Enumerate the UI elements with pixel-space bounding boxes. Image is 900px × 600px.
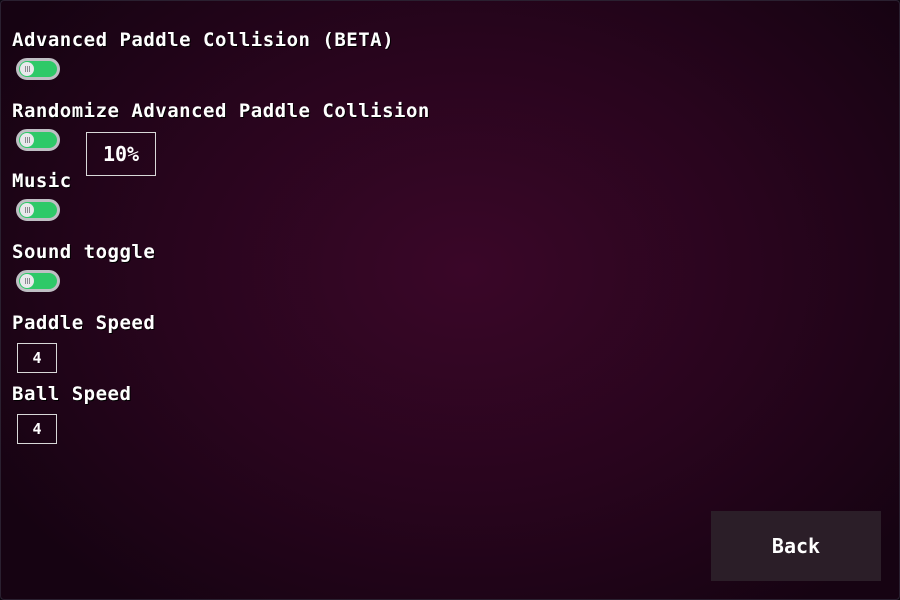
advanced-collision-label: Advanced Paddle Collision (BETA) — [12, 29, 395, 51]
settings-screen: Advanced Paddle Collision (BETA) Randomi… — [0, 0, 900, 600]
randomize-collision-toggle[interactable] — [16, 129, 60, 151]
music-label: Music — [12, 170, 72, 192]
toggle-knob — [20, 274, 34, 288]
toggle-knob — [20, 133, 34, 147]
toggle-knob — [20, 62, 34, 76]
back-button[interactable]: Back — [711, 511, 881, 581]
toggle-knob — [20, 203, 34, 217]
music-toggle[interactable] — [16, 199, 60, 221]
ball-speed-input[interactable]: 4 — [17, 414, 57, 444]
advanced-collision-toggle[interactable] — [16, 58, 60, 80]
sound-toggle[interactable] — [16, 270, 60, 292]
paddle-speed-label: Paddle Speed — [12, 312, 156, 334]
paddle-speed-input[interactable]: 4 — [17, 343, 57, 373]
sound-label: Sound toggle — [12, 241, 156, 263]
ball-speed-label: Ball Speed — [12, 383, 132, 405]
randomize-collision-label: Randomize Advanced Paddle Collision — [12, 100, 430, 122]
randomize-chance-input[interactable]: 10% — [86, 132, 156, 176]
